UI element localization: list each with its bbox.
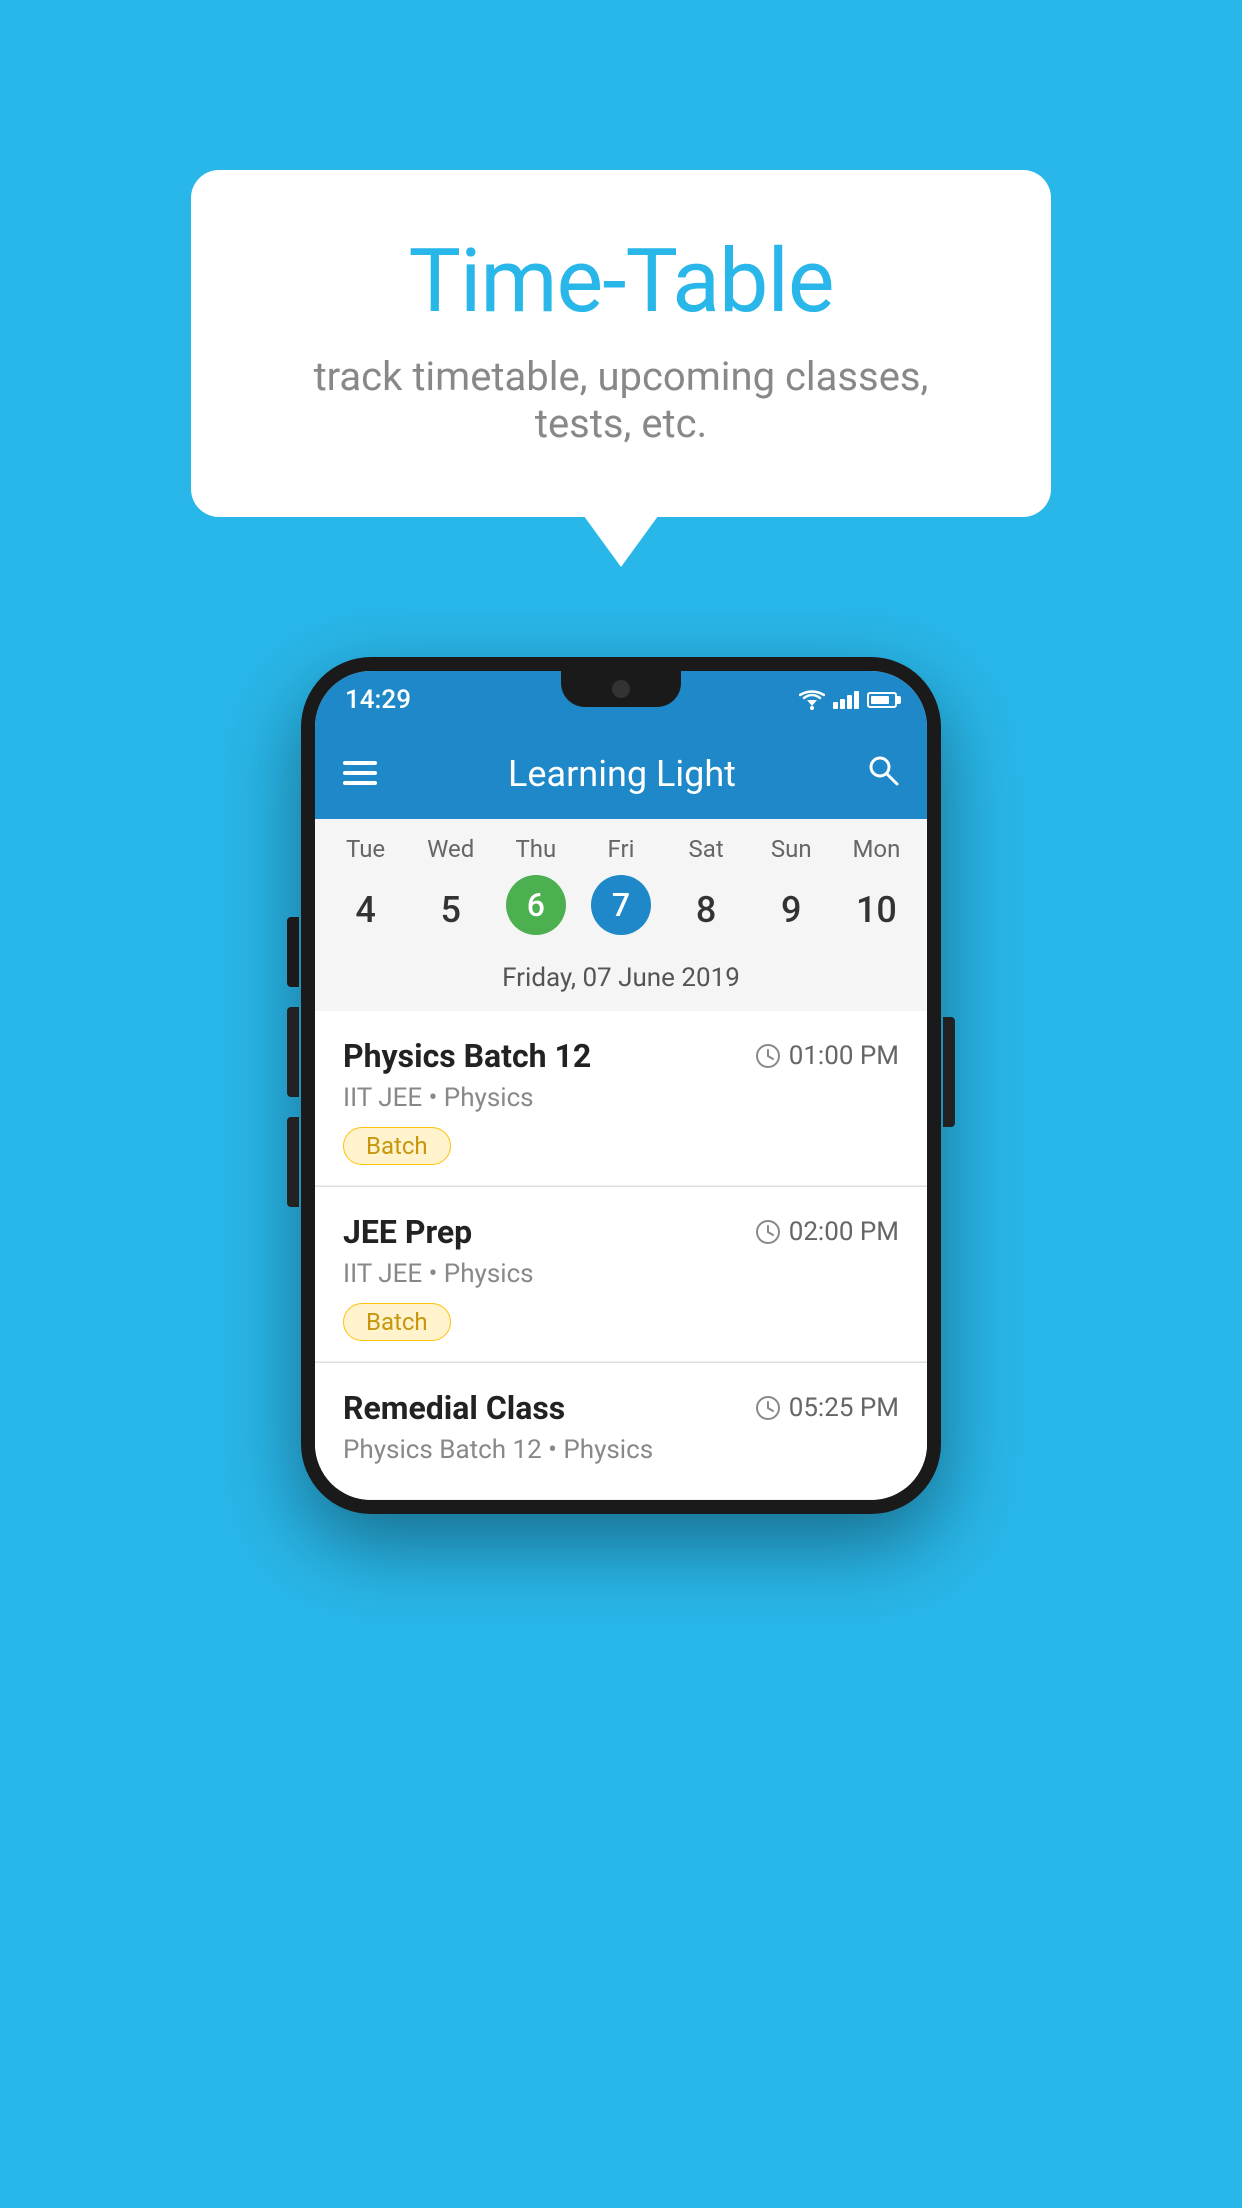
schedule-item-1: JEE Prep 02:00 PM IIT JEE • Physics Batc… xyxy=(315,1187,927,1362)
status-time: 14:29 xyxy=(345,685,411,715)
calendar-day-names: Tue Wed Thu Fri Sat Sun Mon xyxy=(315,819,927,871)
schedule-item-1-badge: Batch xyxy=(343,1303,451,1341)
app-bar: Learning Light xyxy=(315,729,927,819)
status-icons xyxy=(799,690,897,710)
cal-date-1[interactable]: 5 xyxy=(408,875,493,945)
selected-date-label: Friday, 07 June 2019 xyxy=(315,959,927,1011)
cal-day-2: Thu xyxy=(493,835,578,863)
cal-date-2-today[interactable]: 6 xyxy=(506,875,566,935)
schedule-item-2: Remedial Class 05:25 PM Physics Batch 12… xyxy=(315,1363,927,1500)
cal-date-0[interactable]: 4 xyxy=(323,875,408,945)
speech-bubble-subtitle: track timetable, upcoming classes, tests… xyxy=(271,353,971,447)
app-bar-title: Learning Light xyxy=(508,753,736,795)
schedule-item-0-badge: Batch xyxy=(343,1127,451,1165)
phone-outer: 14:29 xyxy=(301,657,941,1514)
schedule-item-2-sub: Physics Batch 12 • Physics xyxy=(343,1435,899,1465)
cal-day-0: Tue xyxy=(323,835,408,863)
speech-bubble-title: Time-Table xyxy=(271,230,971,333)
cal-date-3-selected[interactable]: 7 xyxy=(591,875,651,935)
schedule-item-0: Physics Batch 12 01:00 PM IIT JEE • Phys… xyxy=(315,1011,927,1186)
cal-day-3: Fri xyxy=(578,835,663,863)
schedule-item-0-sub: IIT JEE • Physics xyxy=(343,1083,899,1113)
cal-day-4: Sat xyxy=(664,835,749,863)
schedule-item-0-title: Physics Batch 12 xyxy=(343,1037,591,1075)
schedule-item-1-title: JEE Prep xyxy=(343,1213,472,1251)
schedule-list: Physics Batch 12 01:00 PM IIT JEE • Phys… xyxy=(315,1011,927,1500)
schedule-item-0-time: 01:00 PM xyxy=(755,1041,899,1071)
cal-date-6[interactable]: 10 xyxy=(834,875,919,945)
search-icon[interactable] xyxy=(867,754,899,794)
vol-up-button[interactable] xyxy=(287,1007,299,1097)
signal-icon xyxy=(833,691,859,709)
phone-screen: 14:29 xyxy=(315,671,927,1500)
cal-date-5[interactable]: 9 xyxy=(749,875,834,945)
cal-day-6: Mon xyxy=(834,835,919,863)
menu-icon[interactable] xyxy=(343,757,377,791)
cal-day-5: Sun xyxy=(749,835,834,863)
schedule-item-2-header: Remedial Class 05:25 PM xyxy=(343,1389,899,1427)
speech-bubble: Time-Table track timetable, upcoming cla… xyxy=(191,170,1051,517)
battery-icon xyxy=(867,692,897,708)
power-button[interactable] xyxy=(943,1017,955,1127)
cal-date-4[interactable]: 8 xyxy=(664,875,749,945)
phone-notch xyxy=(561,671,681,707)
cal-day-1: Wed xyxy=(408,835,493,863)
camera-dot xyxy=(612,680,630,698)
wifi-icon xyxy=(799,690,825,710)
schedule-item-1-time: 02:00 PM xyxy=(755,1217,899,1247)
phone-container: 14:29 xyxy=(301,657,941,1514)
calendar-date-row: 4 5 6 7 8 9 10 xyxy=(315,871,927,959)
schedule-item-1-sub: IIT JEE • Physics xyxy=(343,1259,899,1289)
schedule-item-2-title: Remedial Class xyxy=(343,1389,565,1427)
schedule-item-1-header: JEE Prep 02:00 PM xyxy=(343,1213,899,1251)
vol-down-button[interactable] xyxy=(287,1117,299,1207)
schedule-item-2-time: 05:25 PM xyxy=(755,1393,899,1423)
status-bar: 14:29 xyxy=(315,671,927,729)
schedule-item-0-header: Physics Batch 12 01:00 PM xyxy=(343,1037,899,1075)
